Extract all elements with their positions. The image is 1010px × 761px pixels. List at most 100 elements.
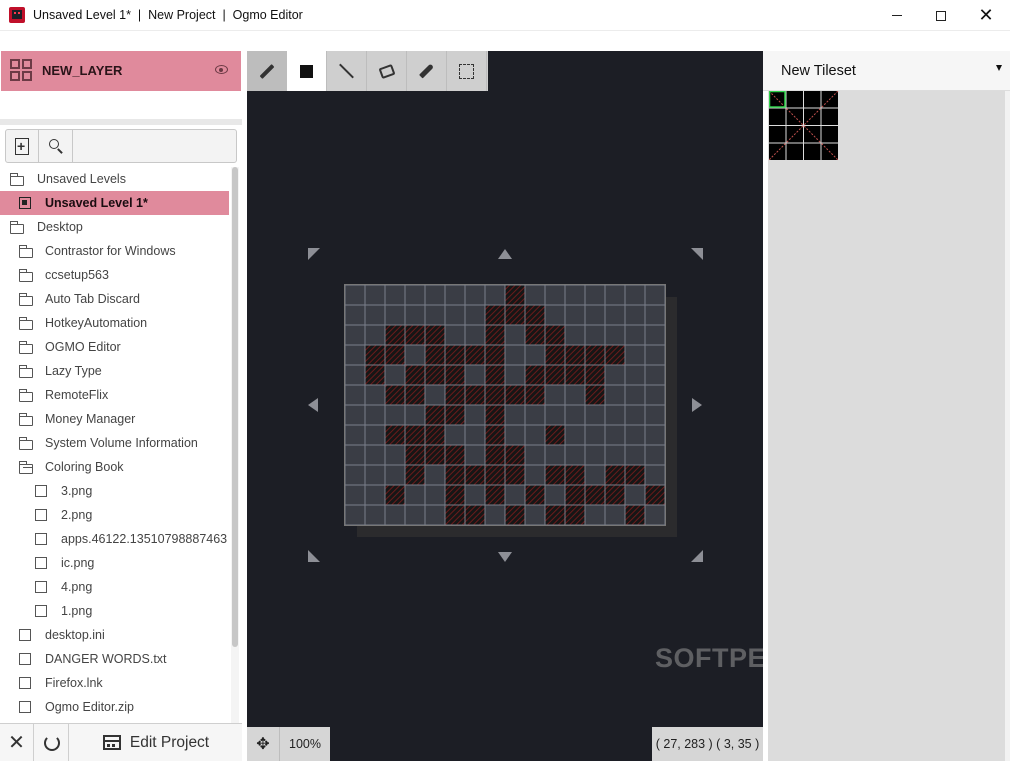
painted-tile (625, 505, 645, 525)
painted-tile (385, 385, 405, 405)
tileset-tile[interactable] (769, 108, 786, 126)
tree-file-item[interactable]: desktop.ini (0, 623, 229, 647)
rectangle-tool[interactable] (287, 51, 327, 91)
tree-file-item[interactable]: 4.png (0, 575, 229, 599)
eye-icon[interactable] (215, 65, 228, 74)
painted-tile (505, 505, 525, 525)
minimize-icon (892, 15, 902, 16)
tree-item-label: Unsaved Level 1* (45, 196, 148, 210)
tree-folder-item[interactable]: ccsetup563 (0, 263, 229, 287)
tileset-tile[interactable] (804, 143, 821, 161)
tree-item-label: Desktop (37, 220, 83, 234)
eyedropper-tool[interactable] (407, 51, 447, 91)
painted-tile (425, 445, 445, 465)
tileset-tile[interactable] (821, 126, 839, 143)
tile-grid[interactable] (345, 285, 665, 525)
expand-bottomright-arrow[interactable] (691, 550, 703, 562)
level-canvas[interactable] (344, 284, 666, 526)
folder-icon (19, 461, 33, 474)
layer-item[interactable]: NEW_LAYER (1, 51, 241, 91)
expand-right-arrow[interactable] (692, 398, 702, 412)
painted-tile (485, 385, 505, 405)
line-icon (339, 63, 354, 79)
tree-item-label: 1.png (61, 604, 93, 618)
painted-tile (525, 325, 545, 345)
tileset-tile[interactable] (786, 91, 804, 108)
tree-folder-item[interactable]: Desktop (0, 215, 229, 239)
tool-bar (247, 51, 488, 91)
painted-tile (485, 345, 505, 365)
expand-bottomleft-arrow[interactable] (308, 550, 320, 562)
painted-tile (485, 425, 505, 445)
tree-item-label: Firefox.lnk (45, 676, 103, 690)
move-icon[interactable]: ✥ (247, 727, 280, 761)
tree-file-item[interactable]: Unsaved Level 1* (0, 191, 229, 215)
tileset-palette[interactable] (768, 91, 1005, 761)
tree-item-label: 3.png (61, 484, 93, 498)
expand-left-arrow[interactable] (308, 398, 318, 412)
expand-up-arrow[interactable] (498, 249, 512, 259)
tree-item-label: Ogmo Editor.zip (45, 700, 134, 714)
tree-folder-item[interactable]: OGMO Editor (0, 335, 229, 359)
file-icon (35, 509, 47, 521)
tree-folder-item[interactable]: Lazy Type (0, 359, 229, 383)
painted-tile (565, 505, 585, 525)
search-icon (49, 139, 59, 149)
refresh-icon (43, 734, 60, 751)
tileset-tiles[interactable] (769, 91, 841, 163)
maximize-button[interactable] (918, 0, 964, 31)
tileset-tile[interactable] (769, 126, 786, 143)
expand-down-arrow[interactable] (498, 552, 512, 562)
tileset-dropdown[interactable]: New Tileset (763, 51, 1010, 91)
line-tool[interactable] (327, 51, 367, 91)
tree-scrollbar[interactable] (232, 167, 238, 647)
tree-file-item[interactable]: 1.png (0, 599, 229, 623)
close-project-button[interactable]: ✕ (0, 724, 34, 761)
tree-item-label: RemoteFlix (45, 388, 109, 402)
file-icon (19, 677, 31, 689)
tileset-scrollbar[interactable] (1005, 91, 1010, 761)
level-editor[interactable]: SOFTPEDIA ✥ 100% ( 27, 283 ) ( 3, 35 ) (247, 51, 763, 761)
tree-folder-item[interactable]: Coloring Book (0, 455, 229, 479)
tree-file-item[interactable]: apps.46122.13510798887463 (0, 527, 229, 551)
painted-tile (545, 465, 565, 485)
painted-tile (445, 465, 465, 485)
folder-icon (19, 437, 33, 450)
painted-tile (645, 485, 665, 505)
tree-item-label: System Volume Information (45, 436, 198, 450)
minimize-button[interactable] (874, 0, 920, 31)
tree-folder-item[interactable]: Unsaved Levels (0, 167, 229, 191)
tree-file-item[interactable]: 2.png (0, 503, 229, 527)
pencil-icon (259, 63, 274, 79)
grid-layer-icon (10, 59, 34, 83)
panel-divider (0, 119, 242, 125)
tree-file-item[interactable]: 3.png (0, 479, 229, 503)
tree-folder-item[interactable]: RemoteFlix (0, 383, 229, 407)
fill-tool[interactable] (367, 51, 407, 91)
expand-topleft-arrow[interactable] (308, 248, 320, 260)
select-tool[interactable] (447, 51, 487, 91)
tileset-tile[interactable] (786, 143, 804, 161)
tree-file-item[interactable]: Firefox.lnk (0, 671, 229, 695)
tree-folder-item[interactable]: Money Manager (0, 407, 229, 431)
edit-project-button[interactable]: Edit Project (70, 724, 242, 761)
file-icon (19, 629, 31, 641)
tree-folder-item[interactable]: System Volume Information (0, 431, 229, 455)
tree-folder-item[interactable]: HotkeyAutomation (0, 311, 229, 335)
tileset-tile[interactable] (821, 108, 839, 126)
painted-tile (605, 485, 625, 505)
close-window-button[interactable]: ✕ (963, 0, 1009, 31)
painted-tile (565, 465, 585, 485)
new-level-button[interactable] (6, 130, 39, 162)
tree-folder-item[interactable]: Auto Tab Discard (0, 287, 229, 311)
refresh-button[interactable] (35, 724, 69, 761)
tileset-tile[interactable] (804, 91, 821, 108)
tree-item-label: ic.png (61, 556, 95, 570)
search-button[interactable] (40, 130, 73, 162)
tree-file-item[interactable]: Ogmo Editor.zip (0, 695, 229, 717)
pencil-tool[interactable] (247, 51, 287, 91)
tree-file-item[interactable]: ic.png (0, 551, 229, 575)
expand-topright-arrow[interactable] (691, 248, 703, 260)
tree-folder-item[interactable]: Contrastor for Windows (0, 239, 229, 263)
tree-file-item[interactable]: DANGER WORDS.txt (0, 647, 229, 671)
